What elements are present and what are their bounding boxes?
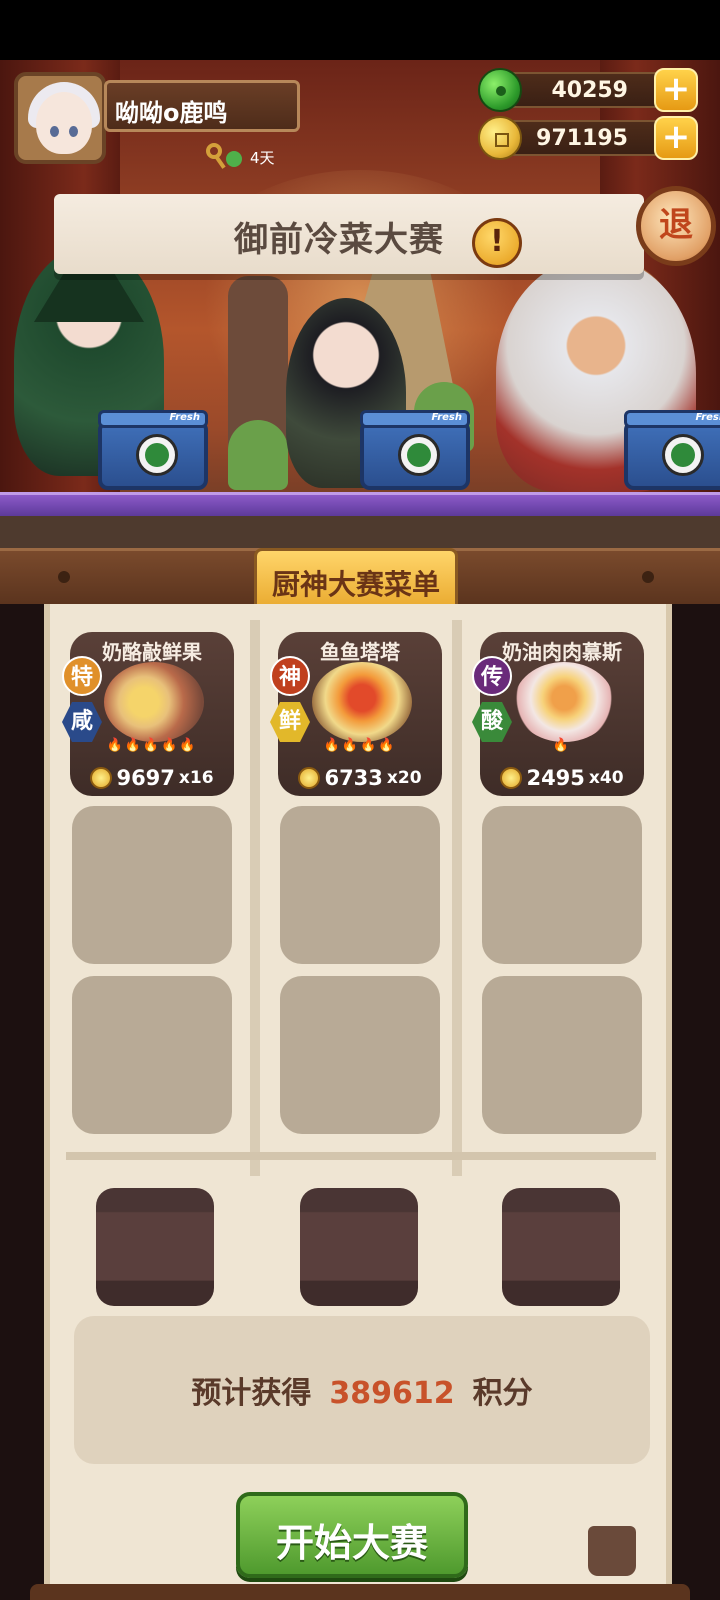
flame-rating: 🔥🔥🔥🔥 xyxy=(323,738,397,753)
event-banner: 御前冷菜大赛 xyxy=(54,194,644,274)
status-bar xyxy=(0,0,720,60)
dish-card[interactable]: 奶油肉肉慕斯 传 酸 🔥 2495 x40 xyxy=(472,632,644,796)
dish-card[interactable]: 奶酪敲鲜果 特 咸 🔥🔥🔥🔥🔥 9697 x16 xyxy=(62,632,234,796)
gold-amount: 971195 xyxy=(536,126,628,151)
cooler-box: Fresh xyxy=(98,410,208,490)
cactus-decoration xyxy=(228,420,288,490)
utensil-pot-decoration xyxy=(588,1526,636,1576)
grade-badge: 神 xyxy=(270,656,310,696)
event-title: 御前冷菜大赛 xyxy=(234,220,444,260)
empty-dish-slot[interactable] xyxy=(482,976,642,1134)
expected-score-box: 预计获得 389612 积分 xyxy=(74,1316,650,1464)
dish-price: 6733 x20 xyxy=(278,766,442,790)
gold-coin-icon xyxy=(500,767,523,789)
info-alert-icon[interactable]: ! xyxy=(472,218,522,268)
empty-dish-slot[interactable] xyxy=(280,976,440,1134)
gold-coin-icon xyxy=(298,767,321,789)
gold-coin-icon xyxy=(478,116,522,160)
dish-image xyxy=(312,662,412,742)
player-name: 呦呦o鹿鸣 xyxy=(115,99,228,127)
jade-currency: 40259 + xyxy=(478,68,698,112)
score-label: 预计获得 xyxy=(191,1376,312,1411)
key-days-text: 4天 xyxy=(250,148,275,167)
menu-title: 厨神大赛菜单 xyxy=(271,568,440,601)
key-timer: 4天 xyxy=(206,142,275,172)
add-gold-button[interactable]: + xyxy=(654,116,698,160)
add-jade-button[interactable]: + xyxy=(654,68,698,112)
dish-image xyxy=(514,662,614,742)
gold-currency: 971195 + xyxy=(478,116,698,160)
stage-floor xyxy=(0,492,720,516)
jade-amount: 40259 xyxy=(551,78,628,103)
avatar[interactable] xyxy=(14,72,106,164)
empty-dish-slot[interactable] xyxy=(72,976,232,1134)
empty-dish-slot[interactable] xyxy=(482,806,642,964)
start-contest-button[interactable]: 开始大赛 xyxy=(236,1492,468,1578)
stage-scene: Fresh Fresh Fresh 呦呦o鹿鸣 4天 40259 + 97119… xyxy=(0,60,720,550)
dish-image xyxy=(104,662,204,742)
bonus-slot[interactable] xyxy=(502,1188,620,1306)
grade-badge: 传 xyxy=(472,656,512,696)
bonus-slot[interactable] xyxy=(96,1188,214,1306)
empty-dish-slot[interactable] xyxy=(72,806,232,964)
gold-coin-icon xyxy=(90,767,113,789)
empty-dish-slot[interactable] xyxy=(280,806,440,964)
menu-title-plate: 厨神大赛菜单 xyxy=(254,548,458,612)
dish-price: 2495 x40 xyxy=(480,766,644,790)
score-unit: 积分 xyxy=(472,1376,533,1411)
exit-button[interactable]: 退 xyxy=(636,186,716,266)
player-name-plate: 呦呦o鹿鸣 xyxy=(104,80,300,132)
cooler-box: Fresh xyxy=(360,410,470,490)
dish-price: 9697 x16 xyxy=(70,766,234,790)
dish-card[interactable]: 鱼鱼塔塔 神 鲜 🔥🔥🔥🔥 6733 x20 xyxy=(270,632,442,796)
score-value: 389612 xyxy=(329,1376,455,1411)
key-icon xyxy=(206,143,242,171)
bonus-slot[interactable] xyxy=(300,1188,418,1306)
stage-base xyxy=(0,516,720,550)
jade-icon xyxy=(478,68,522,112)
grade-badge: 特 xyxy=(62,656,102,696)
flame-rating: 🔥 xyxy=(552,738,572,753)
flame-rating: 🔥🔥🔥🔥🔥 xyxy=(106,738,198,753)
cooler-box: Fresh xyxy=(624,410,720,490)
